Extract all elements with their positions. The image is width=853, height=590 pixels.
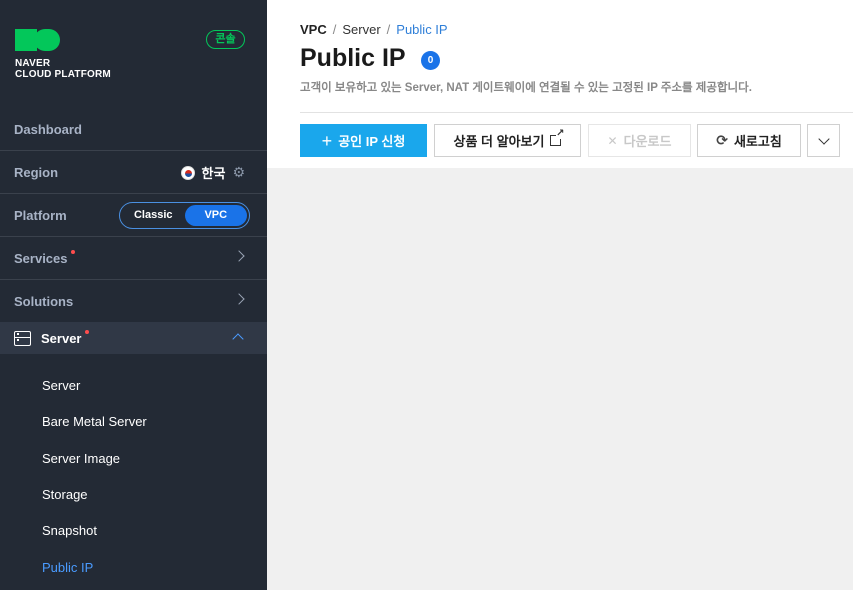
sidebar-item-label: Services — [14, 250, 68, 266]
sidebar-section-server[interactable]: Server — [0, 322, 267, 354]
breadcrumb-vpc[interactable]: VPC — [300, 22, 327, 37]
divider — [300, 112, 853, 113]
sidebar-item-label: Dashboard — [14, 121, 82, 137]
platform-toggle[interactable]: Classic VPC — [119, 202, 250, 229]
breadcrumb: VPC / Server / Public IP — [300, 22, 448, 37]
chevron-up-icon — [232, 333, 244, 345]
region-label: Region — [14, 164, 59, 180]
korea-flag-icon — [180, 165, 195, 180]
sidebar-subitem-snapshot[interactable]: Snapshot — [42, 523, 97, 538]
chevron-right-icon — [233, 250, 245, 262]
sidebar-subitem-server-image[interactable]: Server Image — [42, 451, 120, 466]
refresh-label: 새로고침 — [733, 134, 782, 149]
sidebar-item-services[interactable]: Services — [0, 237, 267, 280]
sidebar-item-solutions[interactable]: Solutions — [0, 280, 267, 323]
download-button[interactable]: ✕ 다운로드 — [588, 124, 691, 157]
chevron-right-icon — [233, 293, 245, 305]
learn-more-button[interactable]: 상품 더 알아보기 — [434, 124, 581, 157]
learn-more-label: 상품 더 알아보기 — [453, 134, 545, 149]
logo-text-line1: NAVER — [15, 58, 51, 69]
sidebar-item-region: Region 한국 ⚙ — [0, 151, 267, 194]
sidebar-item-label: Solutions — [14, 293, 74, 309]
content-area — [267, 168, 853, 590]
breadcrumb-separator: / — [332, 22, 337, 37]
gear-icon[interactable]: ⚙ — [232, 164, 245, 181]
sidebar-subitem-server[interactable]: Server — [42, 378, 80, 393]
external-link-icon — [550, 129, 565, 146]
region-value: 한국 — [201, 166, 226, 181]
ncp-logo[interactable]: NAVER CLOUD PLATFORM — [15, 29, 111, 80]
breadcrumb-server[interactable]: Server — [342, 22, 380, 37]
notification-dot — [70, 250, 75, 254]
excel-icon: ✕ — [607, 133, 618, 148]
logo-mark-icon — [15, 29, 111, 51]
page-description: 고객이 보유하고 있는 Server, NAT 게이트웨이에 연결될 수 있는 … — [300, 82, 752, 94]
sidebar-subitem-storage[interactable]: Storage — [42, 487, 88, 502]
breadcrumb-current: Public IP — [396, 22, 448, 37]
sidebar-item-dashboard[interactable]: Dashboard — [0, 108, 267, 151]
refresh-button[interactable]: ⟳ 새로고침 — [697, 124, 801, 157]
server-icon — [14, 330, 31, 346]
sidebar-item-platform: Platform Classic VPC — [0, 194, 267, 237]
sidebar-subitem-public-ip[interactable]: Public IP — [42, 560, 93, 575]
sidebar: NAVER CLOUD PLATFORM 콘솔 Dashboard Region… — [0, 0, 267, 590]
more-options-button[interactable] — [807, 124, 840, 157]
console-badge[interactable]: 콘솔 — [206, 30, 245, 49]
plus-icon: + — [321, 130, 333, 151]
apply-public-ip-button[interactable]: + 공인 IP 신청 — [300, 124, 427, 157]
refresh-icon: ⟳ — [716, 132, 728, 148]
logo-text-line2: CLOUD PLATFORM — [15, 69, 111, 80]
breadcrumb-separator: / — [386, 22, 391, 37]
download-label: 다운로드 — [623, 134, 672, 149]
page-header: VPC / Server / Public IP Public IP 0 고객이… — [267, 0, 853, 168]
sidebar-subitem-bare-metal-server[interactable]: Bare Metal Server — [42, 414, 147, 429]
sidebar-section-label: Server — [41, 330, 82, 346]
platform-option-vpc[interactable]: VPC — [184, 205, 247, 226]
platform-label: Platform — [14, 207, 67, 223]
notification-dot — [85, 330, 90, 334]
apply-button-label: 공인 IP 신청 — [338, 134, 406, 149]
chevron-down-icon — [817, 132, 830, 145]
page-title: Public IP — [300, 44, 406, 72]
count-badge: 0 — [421, 51, 440, 70]
platform-option-classic[interactable]: Classic — [122, 205, 185, 226]
region-selector[interactable]: 한국 ⚙ — [180, 151, 245, 194]
